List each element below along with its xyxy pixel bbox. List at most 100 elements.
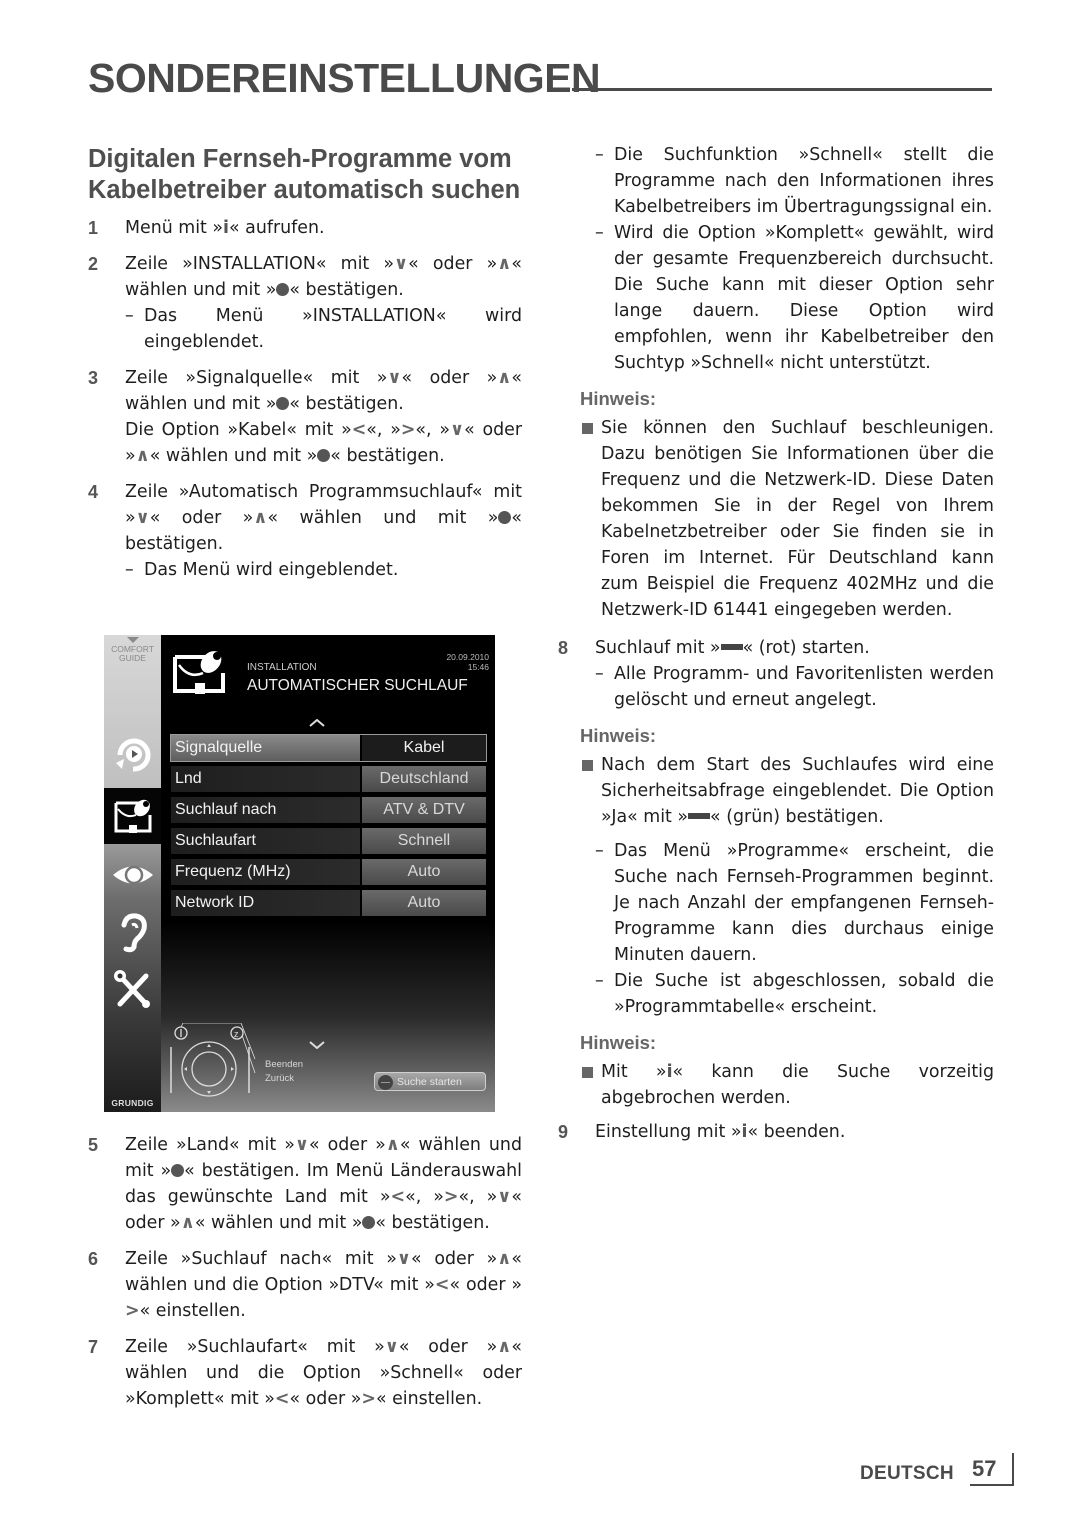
arrow-up-icon: ∧	[385, 1135, 400, 1155]
step-number: 6	[88, 1249, 99, 1269]
step-text: « oder »	[411, 1249, 498, 1269]
arrow-up-icon: ∧	[497, 1337, 512, 1357]
step-text: Suchlauf mit »	[595, 638, 721, 658]
ok-button-icon	[362, 1216, 376, 1229]
ok-button-icon	[276, 397, 290, 410]
step-text: « oder »	[408, 254, 498, 274]
step-text: Zeile »Signalquelle« mit »	[125, 368, 388, 388]
step-text: « oder »	[289, 1389, 362, 1409]
ok-button-icon	[276, 283, 290, 296]
arrow-left-icon: <	[351, 420, 367, 440]
tv-main-panel: INSTALLATION AUTOMATISCHER SUCHLAUF 20.0…	[161, 635, 495, 1112]
setting-value[interactable]: Auto	[362, 859, 486, 885]
setting-row-scan-type[interactable]: Suchlaufart Schnell	[171, 828, 486, 854]
installation-icon[interactable]	[112, 795, 154, 837]
arrow-up-icon: ∧	[497, 1249, 512, 1269]
setting-label: Frequenz (MHz)	[171, 859, 360, 885]
bullet-square-icon	[582, 1067, 593, 1078]
step-result: Alle Programm- und Favoritenlisten werde…	[595, 661, 994, 713]
setting-value[interactable]: Auto	[362, 890, 486, 916]
setting-value[interactable]: Schnell	[362, 828, 486, 854]
source-icon[interactable]	[112, 733, 154, 775]
step-text: « bestätigen.	[375, 1213, 490, 1233]
step-number: 2	[88, 254, 99, 274]
arrow-down-icon: ∨	[294, 1135, 309, 1155]
step-number: 4	[88, 482, 99, 502]
step-text: Zeile »Land« mit »	[125, 1135, 295, 1155]
note-text: « (grün) bestätigen.	[710, 807, 884, 827]
remote-navigation-icon: z	[170, 1023, 256, 1097]
setting-value[interactable]: ATV & DTV	[362, 797, 486, 823]
arrow-up-icon: ∧	[497, 254, 512, 274]
step-text: « einstellen.	[139, 1301, 246, 1321]
step-text: «, »	[405, 1187, 444, 1207]
scroll-down-icon[interactable]	[309, 1041, 325, 1049]
arrow-up-icon: ∧	[180, 1213, 195, 1233]
step-text: « oder »	[449, 1275, 522, 1295]
settings-tools-icon[interactable]	[112, 968, 154, 1010]
step-3: 3 Zeile »Signalquelle« mit »∨« oder »∧« …	[88, 365, 522, 469]
step-text: Menü mit »	[125, 218, 224, 238]
arrow-down-icon: ∨	[384, 1337, 399, 1357]
step-result: Das Menü »INSTALLATION« wird eingeblende…	[125, 303, 522, 355]
note-dash: Die Suchfunktion »Schnell« stellt die Pr…	[595, 142, 994, 220]
red-button-icon	[720, 644, 743, 650]
start-search-button[interactable]: Suche starten	[374, 1072, 486, 1091]
right-column: Die Suchfunktion »Schnell« stellt die Pr…	[558, 142, 994, 1155]
setting-row-frequency[interactable]: Frequenz (MHz) Auto	[171, 859, 486, 885]
svg-text:z: z	[234, 1029, 239, 1039]
setting-label: Network ID	[171, 890, 360, 916]
note-text: Mit »	[601, 1062, 667, 1082]
step-9: 9 Einstellung mit »i« beenden.	[558, 1119, 994, 1145]
arrow-right-icon: >	[125, 1301, 140, 1321]
tv-sidebar: COMFORT GUIDE GRUNDIG	[104, 635, 161, 1112]
setting-value[interactable]: Kabel	[362, 735, 486, 761]
arrow-down-icon: ∨	[387, 368, 402, 388]
note-dash: Wird die Option »Komplett« gewählt, wird…	[595, 220, 994, 376]
step-text: «, »	[366, 420, 401, 440]
step-number: 1	[88, 218, 99, 238]
setting-row-scan-for[interactable]: Suchlauf nach ATV & DTV	[171, 797, 486, 823]
step-7: 7 Zeile »Suchlaufart« mit »∨« oder »∧« w…	[88, 1334, 522, 1412]
picture-eye-icon[interactable]	[112, 854, 154, 896]
footer-rule	[1012, 1453, 1014, 1486]
triangle-down-icon	[126, 637, 139, 643]
footer-language: DEUTSCH	[860, 1463, 954, 1484]
green-button-icon	[688, 813, 711, 819]
search-progress-notes: Das Menü »Programme« erscheint, die Such…	[558, 838, 994, 1020]
arrow-left-icon: <	[274, 1389, 290, 1409]
note-title: Hinweis:	[580, 388, 657, 409]
setting-row-network-id[interactable]: Network ID Auto	[171, 890, 486, 916]
note-title: Hinweis:	[580, 1032, 657, 1053]
step-number: 7	[88, 1337, 99, 1357]
ok-button-icon	[498, 511, 512, 524]
arrow-down-icon: ∨	[135, 508, 150, 528]
red-button-icon	[378, 1075, 393, 1090]
note-item: Mit »i« kann die Suche vorzeitig abgebro…	[558, 1059, 994, 1111]
installation-header-icon	[173, 651, 225, 694]
scan-type-notes: Die Suchfunktion »Schnell« stellt die Pr…	[558, 142, 994, 376]
step-text: « oder »	[401, 368, 498, 388]
step-text: « aufrufen.	[229, 218, 325, 238]
step-number: 9	[558, 1122, 569, 1142]
setting-row-country[interactable]: Lnd Deutschland	[171, 766, 486, 792]
step-text: « bestätigen.	[289, 394, 404, 414]
step-text: «, »	[415, 420, 450, 440]
setting-label: Suchlauf nach	[171, 797, 360, 823]
step-text: « wählen und mit »	[149, 446, 318, 466]
setting-row-signal-source[interactable]: Signalquelle Kabel	[170, 734, 487, 762]
step-6: 6 Zeile »Suchlauf nach« mit »∨« oder »∧«…	[88, 1246, 522, 1324]
setting-value[interactable]: Deutschland	[362, 766, 486, 792]
arrow-down-icon: ∨	[449, 420, 465, 440]
settings-list: Signalquelle Kabel Lnd Deutschland Suchl…	[170, 734, 487, 921]
tv-menu-title: AUTOMATISCHER SUCHLAUF	[247, 677, 468, 694]
arrow-left-icon: <	[434, 1275, 450, 1295]
ok-button-icon	[171, 1164, 185, 1177]
step-text: « bestätigen.	[330, 446, 445, 466]
scroll-up-icon[interactable]	[309, 719, 325, 727]
page-number: 57	[972, 1456, 997, 1481]
step-number: 8	[558, 638, 569, 658]
sound-ear-icon[interactable]	[112, 911, 154, 953]
comfort-guide-line: GUIDE	[119, 653, 146, 663]
note-dash: Die Suche ist abgeschlossen, sobald die …	[595, 968, 994, 1020]
